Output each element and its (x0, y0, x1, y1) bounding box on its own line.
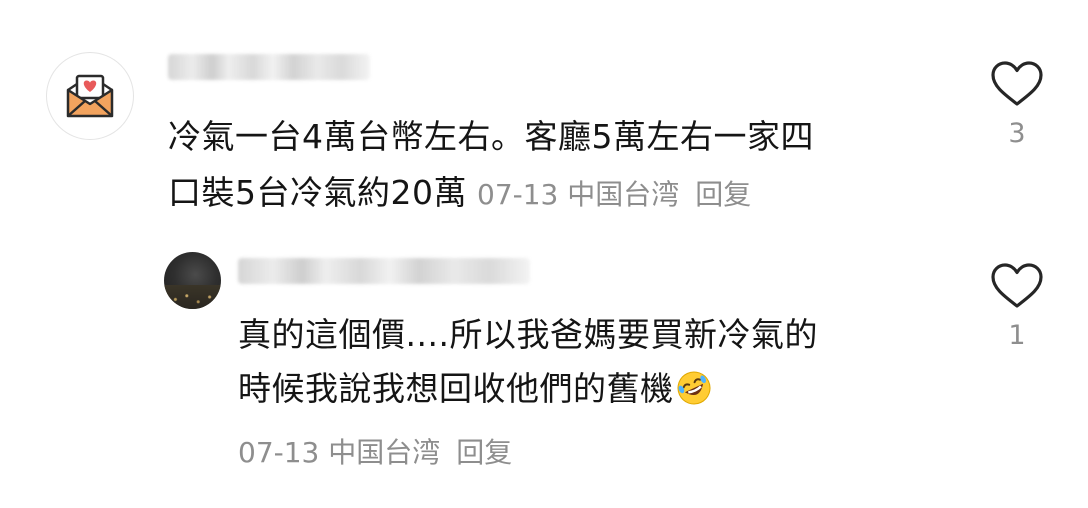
comment-location: 中国台湾 (567, 178, 680, 211)
comment-text-line-2-content: 口裝5台冷氣約20萬 (168, 173, 467, 212)
envelope-heart-icon (66, 74, 114, 118)
comment-like: 3 (987, 60, 1047, 149)
reply-text-line-2-content: 時候我說我想回收他們的舊機 (238, 369, 674, 408)
reply-location: 中国台湾 (328, 436, 441, 469)
comment-username[interactable] (168, 54, 370, 80)
comment-meta: 07-13 中国台湾 回复 (477, 178, 751, 211)
reply-text-line-1: 真的這個價....所以我爸媽要買新冷氣的 (238, 315, 818, 354)
like-count: 3 (1008, 118, 1026, 149)
like-count: 1 (1008, 320, 1026, 351)
comment-avatar[interactable] (46, 52, 134, 140)
reply-avatar[interactable] (164, 252, 221, 309)
heart-icon[interactable] (990, 262, 1044, 310)
reply-username[interactable] (238, 258, 530, 284)
rolling-on-floor-laughing-emoji (677, 371, 710, 405)
comment-reply-button[interactable]: 回复 (695, 178, 751, 211)
reply-meta: 07-13 中国台湾 回复 (238, 428, 512, 478)
heart-icon[interactable] (990, 60, 1044, 108)
reply-text-line-2: 時候我說我想回收他們的舊機 (238, 362, 712, 416)
reply-reply-button[interactable]: 回复 (456, 436, 512, 469)
comment-text-line-1: 冷氣一台4萬台幣左右。客廳5萬左右一家四 (168, 117, 814, 156)
comment-text-line-2: 口裝5台冷氣約20萬 07-13 中国台湾 回复 (168, 166, 751, 222)
comment-date: 07-13 (477, 178, 559, 211)
night-city-avatar (164, 285, 221, 309)
reply-like: 1 (987, 262, 1047, 351)
reply-date: 07-13 (238, 436, 320, 469)
